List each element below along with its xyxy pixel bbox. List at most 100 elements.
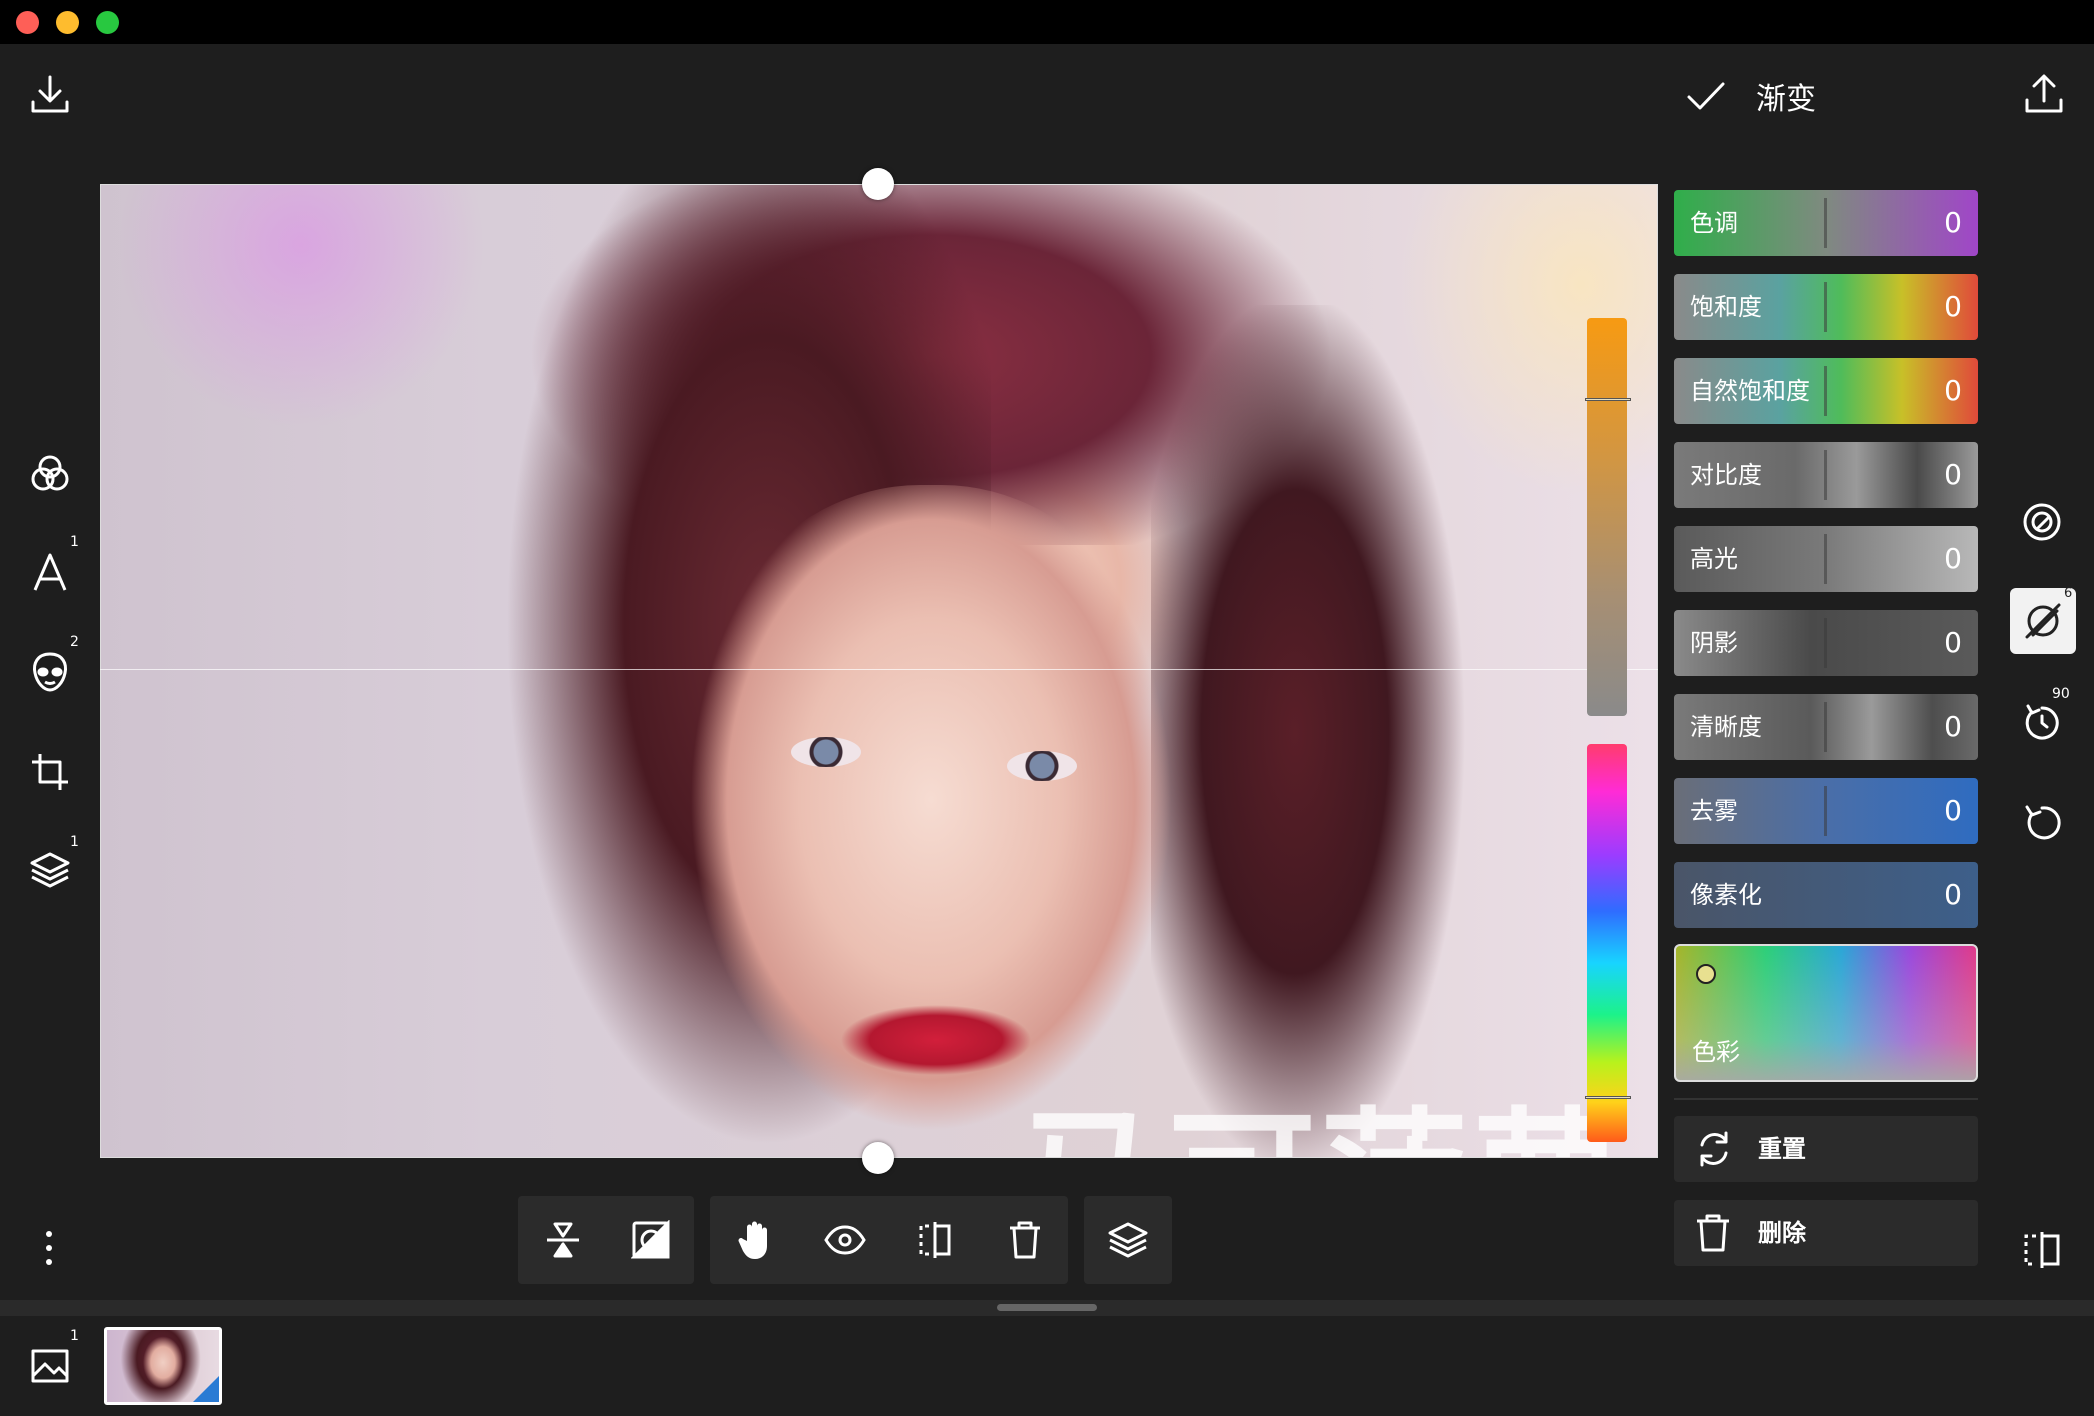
adjustment-label: 去雾 [1690, 797, 1738, 825]
photo-hair-right [1151, 305, 1511, 1157]
gradient-toolbar-group-3 [1084, 1196, 1172, 1284]
close-window-button[interactable] [16, 11, 39, 34]
adjustment-value: 0 [1944, 290, 1962, 323]
photo-eye-right [1007, 751, 1077, 781]
eye-icon [824, 1225, 866, 1255]
image-library-button[interactable] [24, 1340, 76, 1392]
text-tool-button[interactable] [22, 544, 78, 600]
image-count-badge: 1 [70, 1328, 79, 1344]
color-picker[interactable]: 色彩 [1674, 944, 1978, 1082]
adjustment-label: 饱和度 [1690, 293, 1762, 321]
adjustment-clarity[interactable]: 清晰度 0 [1674, 694, 1978, 760]
adjustment-vibrance[interactable]: 自然饱和度 0 [1674, 358, 1978, 424]
face-tool-button[interactable] [22, 644, 78, 700]
gradient-hue-slider[interactable] [1585, 744, 1631, 1142]
brightness-slider-thumb[interactable] [1585, 398, 1631, 401]
pan-tool-button[interactable] [710, 1196, 800, 1284]
gradient-toolbar-group-2 [710, 1196, 1068, 1284]
more-vertical-icon [46, 1231, 52, 1265]
trash-icon [1697, 1214, 1729, 1252]
reset-icon-wrap [1694, 1129, 1734, 1173]
layers-icon [30, 852, 70, 888]
gradient-center-line[interactable] [100, 669, 1658, 670]
title-bar [0, 0, 2094, 44]
hand-icon [738, 1221, 767, 1259]
adjustment-label: 色调 [1690, 209, 1738, 237]
share-upload-icon [2025, 74, 2063, 113]
face-tool-badge: 2 [70, 634, 79, 650]
crop-icon [32, 754, 68, 790]
compare-button[interactable] [890, 1196, 980, 1284]
gradient-top-handle[interactable] [862, 168, 894, 200]
import-button[interactable] [22, 66, 78, 122]
reset-button[interactable]: 重置 [1674, 1116, 1978, 1182]
adjustment-center-tick [1824, 366, 1827, 416]
filmstrip-thumbnail[interactable] [104, 1327, 222, 1405]
color-label: 色彩 [1692, 1038, 1740, 1066]
rotate-90-button[interactable] [2014, 694, 2070, 750]
crop-tool-button[interactable] [22, 744, 78, 800]
adjustment-center-tick [1824, 198, 1827, 248]
filmstrip [0, 1316, 2094, 1416]
layers-panel-button[interactable] [1084, 1196, 1172, 1284]
confirm-button[interactable] [1682, 72, 1730, 120]
delete-label: 删除 [1758, 1219, 1806, 1247]
layers-tool-button[interactable] [22, 842, 78, 898]
rotate-badge: 90 [2052, 686, 2070, 702]
adjustment-tint[interactable]: 色调 0 [1674, 190, 1978, 256]
adjustment-center-tick [1824, 702, 1827, 752]
invert-mask-button[interactable] [606, 1196, 696, 1284]
compare-split-icon [919, 1222, 951, 1258]
thumbnail-edited-marker [193, 1376, 219, 1402]
adjustment-value: 0 [1944, 206, 1962, 239]
color-picker-handle[interactable] [1696, 964, 1716, 984]
checkmark-icon [1687, 82, 1725, 110]
adjustment-value: 0 [1944, 626, 1962, 659]
adjustment-center-tick [1824, 450, 1827, 500]
delete-icon-wrap [1694, 1213, 1732, 1257]
compare-split-button[interactable] [2014, 1222, 2070, 1278]
face-mask-icon [33, 652, 67, 692]
delete-button[interactable]: 删除 [1674, 1200, 1978, 1266]
adjustment-label: 高光 [1690, 545, 1738, 573]
minimize-window-button[interactable] [56, 11, 79, 34]
hue-slider-thumb[interactable] [1585, 1096, 1631, 1099]
color-circles-icon [31, 455, 69, 491]
reset-label: 重置 [1758, 1135, 1806, 1163]
layers-tool-badge: 1 [70, 834, 79, 850]
adjustment-label: 自然饱和度 [1690, 377, 1810, 405]
adjustments-list-clip: 色温 0 [1674, 144, 1978, 172]
adjustment-dehaze[interactable]: 去雾 0 [1674, 778, 1978, 844]
watermark-text[interactable]: 马可菠萝 [1016, 1090, 1657, 1157]
adjustment-value: 0 [1944, 542, 1962, 575]
image-gallery-icon [31, 1349, 69, 1383]
delete-mask-button[interactable] [980, 1196, 1070, 1284]
gradient-bottom-handle[interactable] [862, 1142, 894, 1174]
export-button[interactable] [2016, 66, 2072, 122]
mask-count-badge: 6 [2064, 586, 2073, 601]
gradient-brightness-slider[interactable] [1585, 318, 1631, 716]
adjustment-shadows[interactable]: 阴影 0 [1674, 610, 1978, 676]
preview-toggle-button[interactable] [800, 1196, 890, 1284]
zoom-window-button[interactable] [96, 11, 119, 34]
filmstrip-resize-handle[interactable] [997, 1304, 1097, 1311]
adjustment-pixelate[interactable]: 像素化 0 [1674, 862, 1978, 928]
flip-gradient-button[interactable] [518, 1196, 608, 1284]
adjustment-saturation[interactable]: 饱和度 0 [1674, 274, 1978, 340]
filters-button[interactable] [22, 446, 78, 502]
split-view-icon [2024, 1232, 2060, 1268]
adjustment-value: 0 [1944, 878, 1962, 911]
photo-canvas[interactable]: 马可菠萝 [100, 184, 1658, 1158]
rotate-ccw-icon [2025, 805, 2061, 840]
more-menu-button[interactable] [34, 1220, 64, 1276]
radial-mask-icon [2023, 503, 2061, 541]
adjustment-label: 对比度 [1690, 461, 1762, 489]
refresh-icon [1700, 1131, 1728, 1167]
rotate-timer-icon [2025, 704, 2059, 740]
trash-icon [1010, 1221, 1040, 1259]
undo-rotate-button[interactable] [2014, 794, 2070, 850]
adjustment-value: 0 [1944, 710, 1962, 743]
radial-gradient-tool-button[interactable] [2014, 494, 2070, 550]
adjustment-highlights[interactable]: 高光 0 [1674, 526, 1978, 592]
adjustment-contrast[interactable]: 对比度 0 [1674, 442, 1978, 508]
